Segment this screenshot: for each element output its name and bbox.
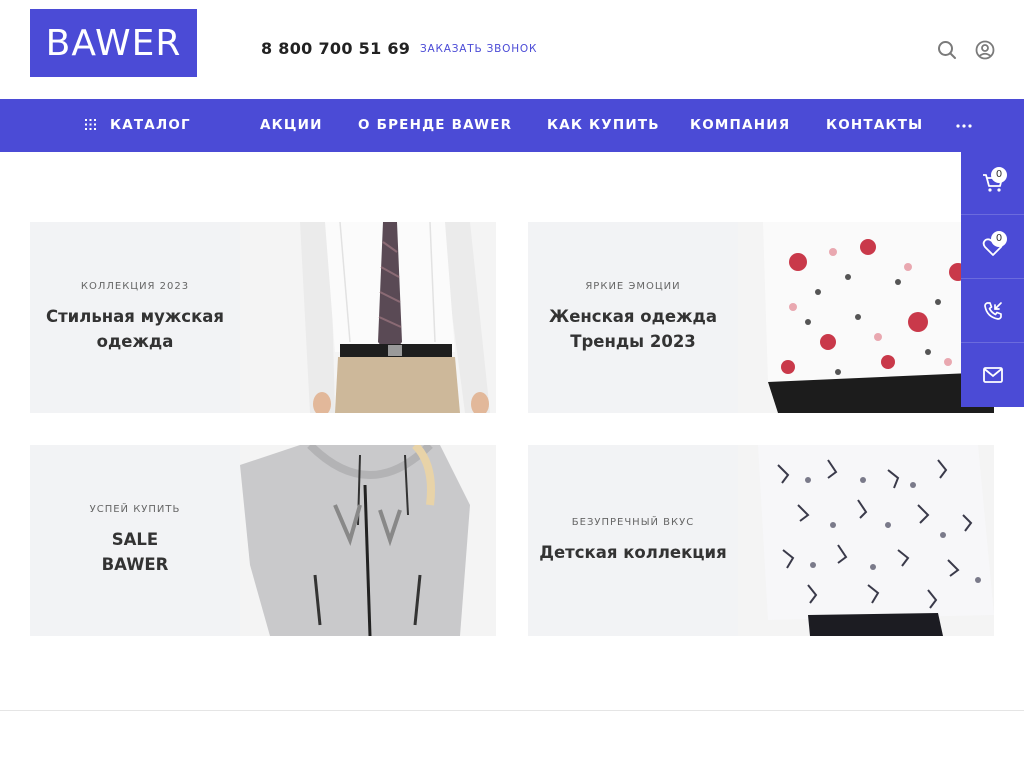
card-subtitle: КОЛЛЕКЦИЯ 2023 bbox=[80, 281, 190, 292]
card-text: БЕЗУПРЕЧНЫЙ ВКУС Детская коллекция bbox=[528, 445, 738, 636]
card-title: SALE BAWER bbox=[101, 530, 169, 574]
cart-count-badge: 0 bbox=[991, 167, 1007, 183]
promo-card-sale[interactable]: УСПЕЙ КУПИТЬ SALE BAWER bbox=[30, 445, 496, 636]
callback-link[interactable]: ЗАКАЗАТЬ ЗВОНОК bbox=[420, 43, 537, 55]
grey-hoodie-image bbox=[240, 445, 496, 636]
card-text: КОЛЛЕКЦИЯ 2023 Стильная мужская одежда bbox=[30, 222, 240, 413]
floating-action-panel: 0 0 bbox=[961, 151, 1024, 407]
nav-item-how-to-buy[interactable]: КАК КУПИТЬ bbox=[547, 99, 660, 152]
card-title: Стильная мужская одежда bbox=[46, 307, 224, 351]
cart-button[interactable]: 0 bbox=[961, 151, 1024, 215]
nav-item-about-brand[interactable]: О БРЕНДЕ BAWER bbox=[358, 99, 512, 152]
card-title: Детская коллекция bbox=[539, 542, 727, 562]
phone-number[interactable]: 8 800 700 51 69 bbox=[261, 39, 410, 58]
mail-icon bbox=[982, 367, 1003, 383]
nav-item-promotions[interactable]: АКЦИИ bbox=[260, 99, 323, 152]
card-text: УСПЕЙ КУПИТЬ SALE BAWER bbox=[30, 445, 240, 636]
card-title: Женская одежда Тренды 2023 bbox=[549, 307, 717, 351]
promo-card-kids[interactable]: БЕЗУПРЕЧНЫЙ ВКУС Детская коллекция bbox=[528, 445, 994, 636]
callback-button[interactable] bbox=[961, 279, 1024, 343]
mail-button[interactable] bbox=[961, 343, 1024, 407]
user-icon[interactable] bbox=[975, 40, 995, 60]
nav-item-catalog[interactable]: КАТАЛОГ bbox=[110, 99, 191, 152]
search-icon[interactable] bbox=[937, 40, 957, 60]
logo[interactable]: BAWER bbox=[30, 9, 197, 77]
favorites-count-badge: 0 bbox=[991, 231, 1007, 247]
footer-divider bbox=[0, 710, 1024, 711]
women-floral-shirt-image bbox=[738, 222, 994, 413]
card-subtitle: УСПЕЙ КУПИТЬ bbox=[89, 504, 181, 515]
promo-card-men[interactable]: КОЛЛЕКЦИЯ 2023 Стильная мужская одежда bbox=[30, 222, 496, 413]
site-header: BAWER 8 800 700 51 69 ЗАКАЗАТЬ ЗВОНОК bbox=[0, 0, 1024, 99]
catalog-grid-icon bbox=[85, 119, 96, 130]
phone-callback-icon bbox=[983, 301, 1002, 320]
card-subtitle: БЕЗУПРЕЧНЫЙ ВКУС bbox=[571, 516, 695, 528]
nav-item-contacts[interactable]: КОНТАКТЫ bbox=[826, 99, 923, 152]
favorites-button[interactable]: 0 bbox=[961, 215, 1024, 279]
card-text: ЯРКИЕ ЭМОЦИИ Женская одежда Тренды 2023 bbox=[528, 222, 738, 413]
nav-item-company[interactable]: КОМПАНИЯ bbox=[690, 99, 790, 152]
main-nav: КАТАЛОГ АКЦИИ О БРЕНДЕ BAWER КАК КУПИТЬ … bbox=[0, 99, 1024, 152]
promo-card-women[interactable]: ЯРКИЕ ЭМОЦИИ Женская одежда Тренды 2023 bbox=[528, 222, 994, 413]
men-shirt-image bbox=[240, 222, 496, 413]
card-subtitle: ЯРКИЕ ЭМОЦИИ bbox=[585, 281, 681, 292]
kids-shirt-image bbox=[738, 445, 994, 636]
more-dots-icon[interactable] bbox=[956, 124, 972, 128]
